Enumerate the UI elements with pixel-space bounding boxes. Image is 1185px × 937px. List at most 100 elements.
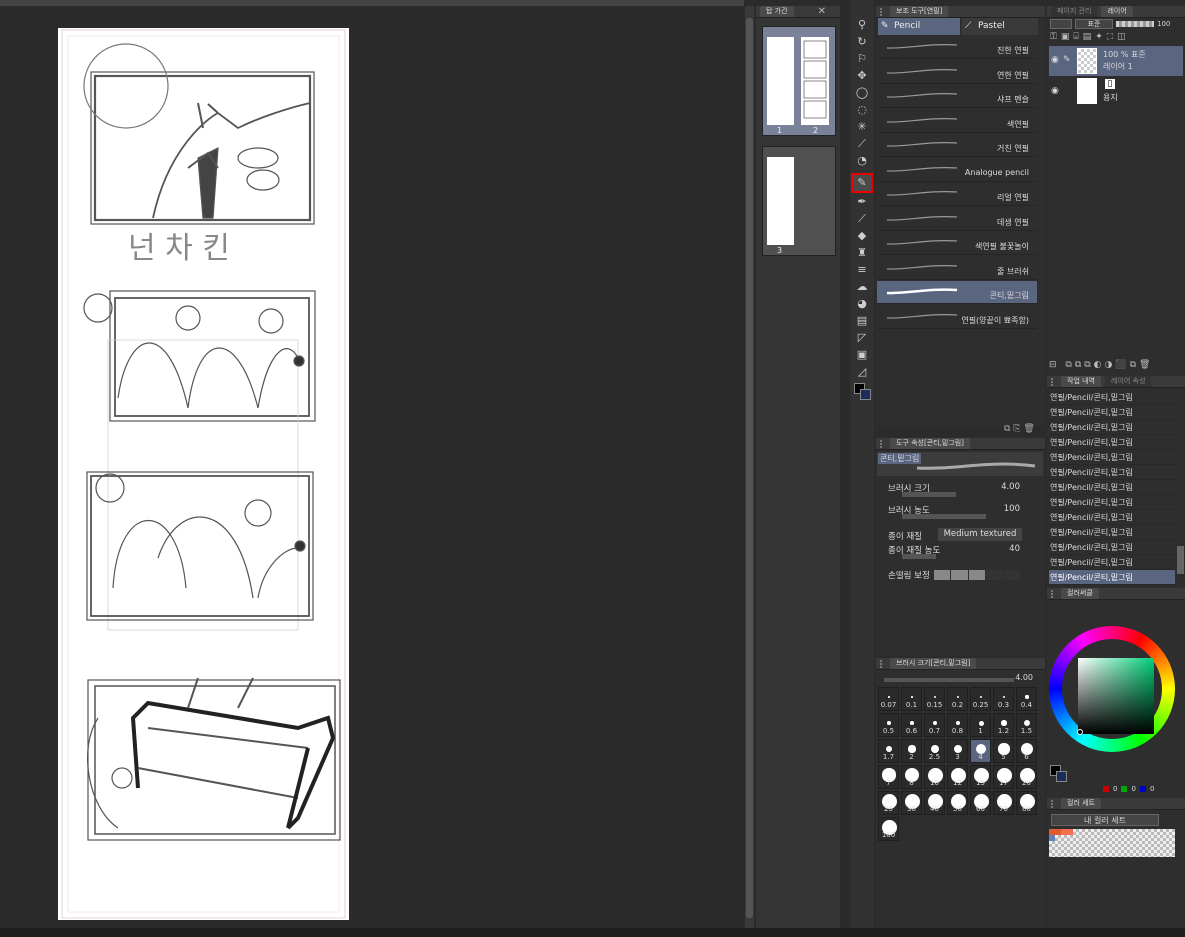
brush-item[interactable]: 색연필	[877, 109, 1037, 133]
brush-size-cell[interactable]: 25	[878, 791, 899, 815]
history-item[interactable]: 연필/Pencil/콘티,밑그림	[1049, 525, 1175, 540]
airbrush-icon[interactable]: ♜	[854, 246, 870, 260]
brush-item[interactable]: 색연필 불꽃놀이	[877, 232, 1037, 255]
figure-icon[interactable]: ◸	[854, 331, 870, 345]
tab-history[interactable]: 작업 내역	[1061, 376, 1101, 387]
color-set-select[interactable]: 내 컬러 세트	[1051, 814, 1159, 826]
brush-size-cell[interactable]: 0.2	[947, 687, 968, 711]
brush-size-cell[interactable]: 100	[878, 817, 899, 841]
brush-item[interactable]: Analogue pencil	[877, 158, 1037, 182]
pen-icon[interactable]: ✒	[854, 195, 870, 209]
brush-size-cell[interactable]: 5	[993, 739, 1014, 763]
color-set-grid[interactable]	[1049, 829, 1175, 857]
opacity-slider[interactable]	[1116, 21, 1154, 27]
layer-toolbar-icons[interactable]: ⚿▣⌸▤✦⛶◫	[1050, 32, 1182, 44]
paper-density-slider[interactable]	[902, 554, 936, 559]
paper-density-value[interactable]: 40	[1009, 544, 1020, 554]
close-icon[interactable]: ✕	[818, 6, 826, 17]
color-picker-handle[interactable]	[1077, 729, 1083, 735]
history-item[interactable]: 연필/Pencil/콘티,밑그림	[1049, 435, 1175, 450]
brush-size-slider[interactable]	[884, 678, 1014, 682]
brush-item[interactable]: 거친 연필	[877, 134, 1037, 157]
brush-size-cell[interactable]: 80	[1016, 791, 1037, 815]
brush-size-cell[interactable]: 20	[1016, 765, 1037, 789]
selection-icon[interactable]: ◯	[854, 86, 870, 100]
brush-size-cell[interactable]: 0.1	[901, 687, 922, 711]
brush-size-cell[interactable]: 2	[901, 739, 922, 763]
history-item[interactable]: 연필/Pencil/콘티,밑그림	[1049, 495, 1175, 510]
brush-size-cell[interactable]: 7	[878, 765, 899, 789]
layer-row-paper[interactable]: ◉ ▯ 용지	[1049, 77, 1183, 105]
brush-size-cell[interactable]: 0.7	[924, 713, 945, 737]
brush-size-value[interactable]: 4.00	[1001, 482, 1020, 492]
tab-pastel[interactable]: ⟋ Pastel	[962, 18, 1038, 35]
saturation-value-square[interactable]	[1078, 658, 1154, 734]
brush-size-cell[interactable]: 70	[993, 791, 1014, 815]
paper-density-row[interactable]: 종이 재질 농도 40	[888, 544, 1038, 562]
brush-density-value[interactable]: 100	[1004, 504, 1020, 514]
brush-item[interactable]: 데생 연필	[877, 207, 1037, 231]
brush-size-row[interactable]: 브러시 크기 4.00	[888, 482, 1038, 500]
brush-size-cell[interactable]: 60	[970, 791, 991, 815]
brush-item[interactable]: 리얼 연필	[877, 183, 1037, 206]
history-item[interactable]: 연필/Pencil/콘티,밑그림	[1049, 420, 1175, 435]
stabilization-row[interactable]: 손떨림 보정	[888, 569, 1038, 587]
brush-size-slider[interactable]	[902, 492, 956, 497]
history-scrollbar[interactable]	[1177, 546, 1184, 574]
page-thumbnail-3[interactable]: 3	[762, 146, 836, 256]
history-item[interactable]: 연필/Pencil/콘티,밑그림	[1049, 465, 1175, 480]
brush-size-cell[interactable]: 0.3	[993, 687, 1014, 711]
frame-icon[interactable]: ▣	[854, 348, 870, 362]
brush-item[interactable]: 콘티,밑그림	[877, 281, 1037, 304]
history-item[interactable]: 연필/Pencil/콘티,밑그림	[1049, 510, 1175, 525]
stabilization-slider[interactable]	[934, 570, 1021, 580]
brush-size-cell[interactable]: 0.6	[901, 713, 922, 737]
gradient-icon[interactable]: ▤	[854, 314, 870, 328]
subtool-actions[interactable]: ⧉ ⎘ 🗑	[1004, 424, 1035, 434]
layer-row-1[interactable]: ◉ ✎ 100 % 표준 레이어 1	[1049, 46, 1183, 76]
brush-size-cell[interactable]: 0.5	[878, 713, 899, 737]
brush-size-cell[interactable]: 1.7	[878, 739, 899, 763]
brush-size-cell[interactable]: 12	[947, 765, 968, 789]
history-item[interactable]: 연필/Pencil/콘티,밑그림	[1049, 555, 1175, 570]
brush-size-cell[interactable]: 17	[993, 765, 1014, 789]
brush-size-cell[interactable]: 1.2	[993, 713, 1014, 737]
brush-size-cell[interactable]: 8	[901, 765, 922, 789]
history-item[interactable]: 연필/Pencil/콘티,밑그림	[1049, 480, 1175, 495]
sub-color-swatch[interactable]	[860, 389, 871, 400]
fill-icon[interactable]: ◕	[854, 297, 870, 311]
brush-density-row[interactable]: 브러시 농도 100	[888, 504, 1038, 522]
brush-size-cell[interactable]: 10	[924, 765, 945, 789]
opacity-value[interactable]: 100	[1157, 20, 1170, 28]
toolprop-tab[interactable]: 도구 속성[콘티,밑그림]	[890, 438, 970, 449]
brush-size-cell[interactable]: 6	[1016, 739, 1037, 763]
brush-size-cell[interactable]: 1	[970, 713, 991, 737]
history-item[interactable]: 연필/Pencil/콘티,밑그림	[1049, 405, 1175, 420]
eye-icon[interactable]: ◉	[1051, 86, 1059, 96]
tab-layer[interactable]: 레이어	[1101, 6, 1133, 17]
blend-icon[interactable]: ☁	[854, 280, 870, 294]
brush-size-cell[interactable]: 1.5	[1016, 713, 1037, 737]
layer-mask-dropdown[interactable]	[1050, 19, 1072, 29]
ruler-icon[interactable]: ◿	[854, 365, 870, 379]
navigator-tab[interactable]: 탑 가간	[760, 6, 794, 17]
brush-item[interactable]: 연한 연필	[877, 60, 1037, 84]
eyedropper-icon[interactable]: ⟋	[854, 137, 870, 151]
decoration-icon[interactable]: ≡	[854, 263, 870, 277]
brush-item[interactable]: 줄 브러쉬	[877, 256, 1037, 280]
paper-texture-select[interactable]: Medium textured	[938, 528, 1022, 541]
brush-size-cell[interactable]: 0.8	[947, 713, 968, 737]
tab-page-manage[interactable]: 페이지 관리	[1051, 6, 1098, 17]
move-icon[interactable]: ✥	[854, 69, 870, 83]
brush-size-cell[interactable]: 4	[970, 739, 991, 763]
tab-color-set[interactable]: 컬러 세트	[1061, 798, 1101, 809]
sub-color-swatch[interactable]	[1056, 771, 1067, 782]
brush-size-cell[interactable]: 0.25	[970, 687, 991, 711]
brushsize-tab[interactable]: 브러시 크기[콘티,밑그림]	[890, 658, 977, 669]
history-item[interactable]: 연필/Pencil/콘티,밑그림	[1049, 540, 1175, 555]
brush-size-readout[interactable]: 4.00	[1015, 673, 1033, 682]
brush-item[interactable]: 샤프 펜슬	[877, 85, 1037, 108]
brush-size-cell[interactable]: 50	[947, 791, 968, 815]
eye-icon[interactable]: ◉	[1051, 55, 1059, 65]
layer-bottom-icons[interactable]: ⊟ ⧉⧉⧉◐◑⬛⧉🗑	[1049, 360, 1183, 372]
